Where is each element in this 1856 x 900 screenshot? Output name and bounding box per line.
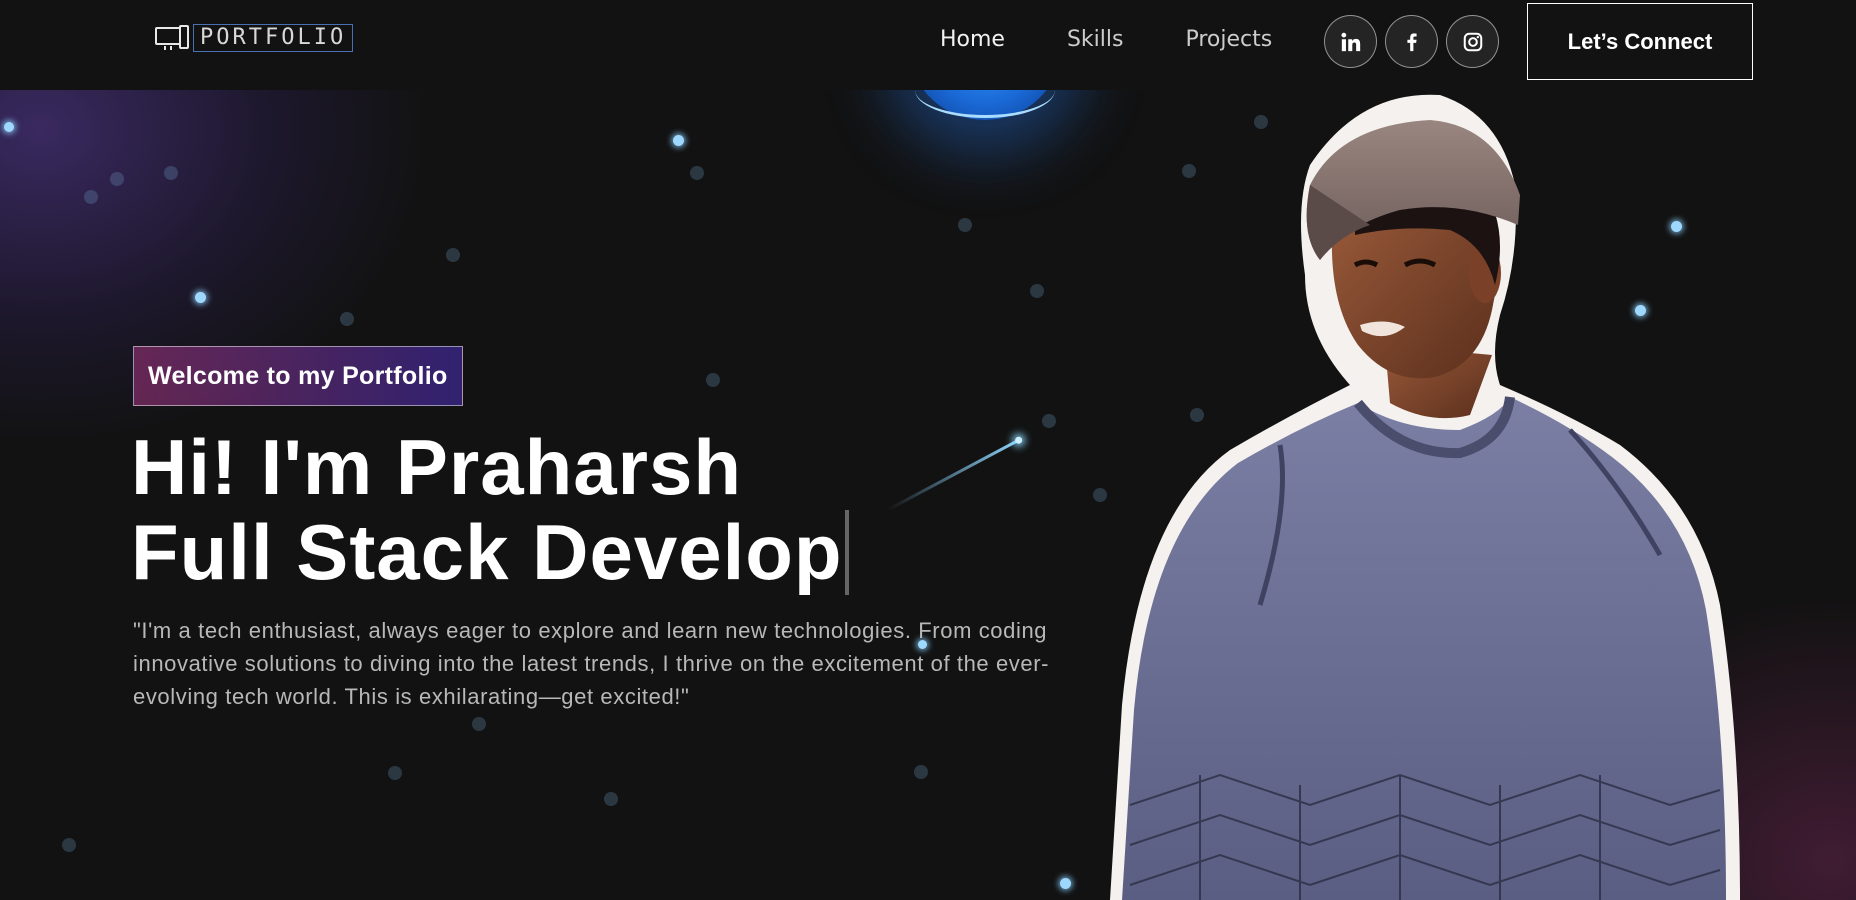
logo-text: PORTFOLIO bbox=[193, 24, 354, 52]
star bbox=[84, 190, 98, 204]
star bbox=[706, 373, 720, 387]
welcome-tagline: Welcome to my Portfolio bbox=[133, 346, 463, 406]
star bbox=[472, 717, 486, 731]
star bbox=[195, 292, 206, 303]
social-links bbox=[1324, 15, 1499, 68]
hero-headline: Hi! I'm Praharsh Full Stack Develop bbox=[131, 425, 849, 595]
star bbox=[604, 792, 618, 806]
portfolio-logo[interactable]: PORTFOLIO bbox=[155, 24, 354, 52]
shooting-star bbox=[886, 438, 1021, 512]
nav-link-projects[interactable]: Projects bbox=[1154, 27, 1303, 52]
star bbox=[340, 312, 354, 326]
typed-role-text: Full Stack Develop bbox=[131, 510, 849, 595]
star bbox=[388, 766, 402, 780]
nav-link-skills[interactable]: Skills bbox=[1036, 27, 1155, 52]
star bbox=[1042, 414, 1056, 428]
nav-link-home[interactable]: Home bbox=[940, 27, 1036, 52]
profile-portrait bbox=[1110, 94, 1740, 900]
bio-paragraph: "I'm a tech enthusiast, always eager to … bbox=[133, 618, 1050, 709]
facebook-icon bbox=[1406, 32, 1417, 51]
star bbox=[110, 172, 124, 186]
star bbox=[1030, 284, 1044, 298]
star bbox=[914, 765, 928, 779]
star bbox=[958, 218, 972, 232]
star bbox=[164, 166, 178, 180]
instagram-icon bbox=[1463, 32, 1482, 51]
linkedin-icon bbox=[1340, 32, 1360, 51]
star bbox=[446, 248, 460, 262]
nav-links: Home Skills Projects bbox=[940, 27, 1303, 52]
hero-section: Welcome to my Portfolio Hi! I'm Praharsh… bbox=[0, 0, 1856, 900]
star bbox=[673, 135, 684, 146]
linkedin-link[interactable] bbox=[1324, 15, 1377, 68]
greeting-text: Hi! I'm Praharsh bbox=[131, 423, 743, 511]
star bbox=[1060, 878, 1071, 889]
star bbox=[690, 166, 704, 180]
star bbox=[4, 122, 14, 132]
planet-ring bbox=[915, 90, 1055, 118]
computer-icon bbox=[155, 25, 189, 51]
lets-connect-button[interactable]: Let’s Connect bbox=[1527, 3, 1753, 80]
star bbox=[62, 838, 76, 852]
facebook-link[interactable] bbox=[1385, 15, 1438, 68]
instagram-link[interactable] bbox=[1446, 15, 1499, 68]
top-navbar: PORTFOLIO Home Skills Projects Let’s Con… bbox=[0, 0, 1856, 90]
